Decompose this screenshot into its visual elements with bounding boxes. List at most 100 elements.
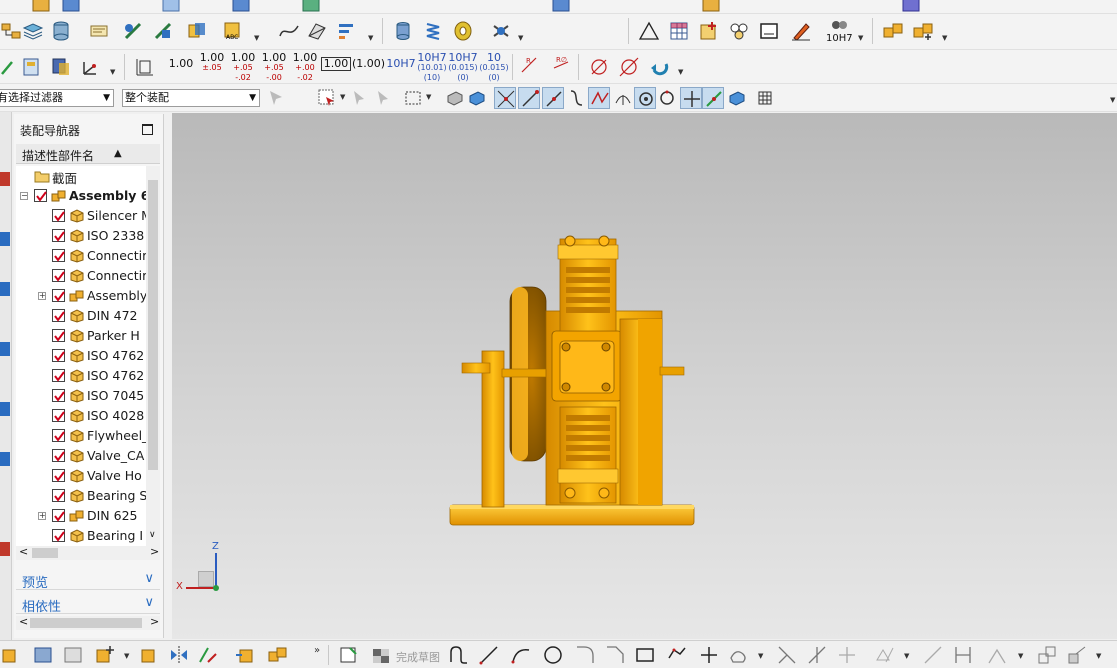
dimension-style-button[interactable]: 10H7 (0.015) (0) [448,52,478,83]
tree-row[interactable]: DIN 472 [16,306,146,326]
visibility-checkbox[interactable] [34,189,47,202]
tree-row[interactable]: ISO 4762 [16,366,146,386]
dropdown-arrow[interactable]: ▼ [426,93,431,101]
dropdown-arrow[interactable]: ▼ [1018,652,1023,660]
filter-icon[interactable] [374,87,396,109]
table-icon[interactable] [668,20,690,42]
part-icon[interactable] [60,0,82,14]
visibility-checkbox[interactable] [52,389,65,402]
column-header[interactable]: 描述性部件名 ▲ [16,144,160,164]
add-table-icon[interactable] [698,20,720,42]
scrollbar-thumb[interactable] [148,180,158,470]
tree-row[interactable]: ISO 4762 [16,346,146,366]
curve-icon[interactable] [278,20,300,42]
resource-tab-icon[interactable] [0,342,10,356]
horizontal-scrollbar[interactable]: < > [16,545,160,560]
preview-panel[interactable]: 预览 ∨ [16,570,160,591]
select-all-icon[interactable] [266,87,288,109]
balloon-icon[interactable] [728,20,750,42]
resource-tab-icon[interactable] [0,232,10,246]
deselect-icon[interactable] [350,87,372,109]
dropdown-arrow[interactable]: ▼ [758,652,763,660]
move-component-icon[interactable] [152,20,174,42]
view-icon[interactable] [700,0,722,14]
visibility-checkbox[interactable] [52,309,65,322]
undo-arrow-icon[interactable] [648,56,670,78]
tree-row[interactable]: Bearing S [16,486,146,506]
dropdown-arrow[interactable]: ▼ [254,34,259,42]
sketch-icon[interactable] [338,644,360,666]
selection-filter-select[interactable]: 有选择过滤器 ▼ [0,89,114,107]
dropdown-arrow[interactable]: ▼ [124,652,129,660]
dimension-style-button[interactable]: 1.00 +.05 -.00 [259,52,289,83]
fit-label[interactable]: 10H7 [826,34,853,44]
offset-curve-icon[interactable] [728,644,750,666]
view-triad[interactable]: Z X [176,541,230,597]
component-icon[interactable] [0,644,22,666]
array-icon[interactable] [196,644,218,666]
components-plus-icon[interactable] [912,20,934,42]
dropdown-arrow[interactable]: ▼ [858,34,863,42]
tree-row[interactable]: + DIN 625 [16,506,146,526]
dropdown-arrow[interactable]: ▼ [942,34,947,42]
scroll-left-icon[interactable]: < [19,615,28,628]
rectangle-icon[interactable] [634,644,656,666]
more-arrow[interactable]: » [314,645,320,656]
sort-ascending-icon[interactable]: ▲ [114,148,122,159]
dropdown-arrow[interactable]: ▼ [340,93,345,101]
scope-select[interactable]: 整个装配 ▼ [122,89,260,107]
visibility-checkbox[interactable] [52,229,65,242]
mid-point-icon[interactable] [542,87,564,109]
note-icon[interactable] [88,20,110,42]
dropdown-arrow[interactable]: ▼ [904,652,909,660]
dimension-style-button[interactable]: 1.00 [321,57,351,71]
quick-extend-icon[interactable] [806,644,828,666]
scrollbar-thumb[interactable] [30,618,142,628]
solid-select-icon[interactable] [466,87,488,109]
dropdown-arrow[interactable]: ▼ [518,34,523,42]
diameter-icon[interactable] [588,56,610,78]
visibility-checkbox[interactable] [52,369,65,382]
visibility-checkbox[interactable] [52,469,65,482]
layers-icon[interactable] [22,20,44,42]
diameter-angle-icon[interactable] [618,56,640,78]
dropdown-arrow[interactable]: ▼ [678,68,683,76]
alternate-solution-icon[interactable] [1036,644,1058,666]
snap-toggle-icon[interactable] [726,87,748,109]
part-list-icon[interactable] [20,56,42,78]
line-icon[interactable] [478,644,500,666]
tree-row[interactable]: 截面 [16,166,146,186]
line-icon[interactable] [0,56,22,78]
finish-sketch-label[interactable]: 完成草图 [396,649,440,665]
end-point-icon[interactable] [518,87,540,109]
surface-trim-icon[interactable] [306,20,328,42]
resource-tab-icon[interactable] [0,402,10,416]
model-icon[interactable] [550,0,572,14]
constraints-icon[interactable] [874,644,896,666]
maximize-icon[interactable] [142,124,153,135]
expand-toggle-icon[interactable]: + [38,512,46,520]
sheet-icon[interactable] [160,0,182,14]
visibility-checkbox[interactable] [52,449,65,462]
move-icon[interactable] [234,644,256,666]
circle-icon[interactable] [542,644,564,666]
clearance-icon[interactable] [50,56,72,78]
components-icon[interactable] [882,20,904,42]
tree-row[interactable]: Parker H [16,326,146,346]
scroll-right-icon[interactable]: > [150,545,159,558]
dropdown-arrow[interactable]: ▼ [1110,96,1115,104]
tree-row[interactable]: Silencer M [16,206,146,226]
tree-row[interactable]: Valve_CA [16,446,146,466]
tree-row[interactable]: Flywheel_ [16,426,146,446]
auto-constrain-icon[interactable] [986,644,1008,666]
triangle-icon[interactable] [638,20,660,42]
resource-tab-icon[interactable] [0,172,10,186]
dropdown-arrow[interactable]: ▼ [368,34,373,42]
visibility-checkbox[interactable] [52,209,65,222]
dimension-style-button[interactable]: (1.00) [352,58,385,69]
add-component-icon[interactable] [94,644,116,666]
mate-icon[interactable] [136,644,158,666]
expand-toggle-icon[interactable]: + [38,292,46,300]
circle-center-icon[interactable] [634,87,656,109]
tree-row[interactable]: Connectir [16,266,146,286]
